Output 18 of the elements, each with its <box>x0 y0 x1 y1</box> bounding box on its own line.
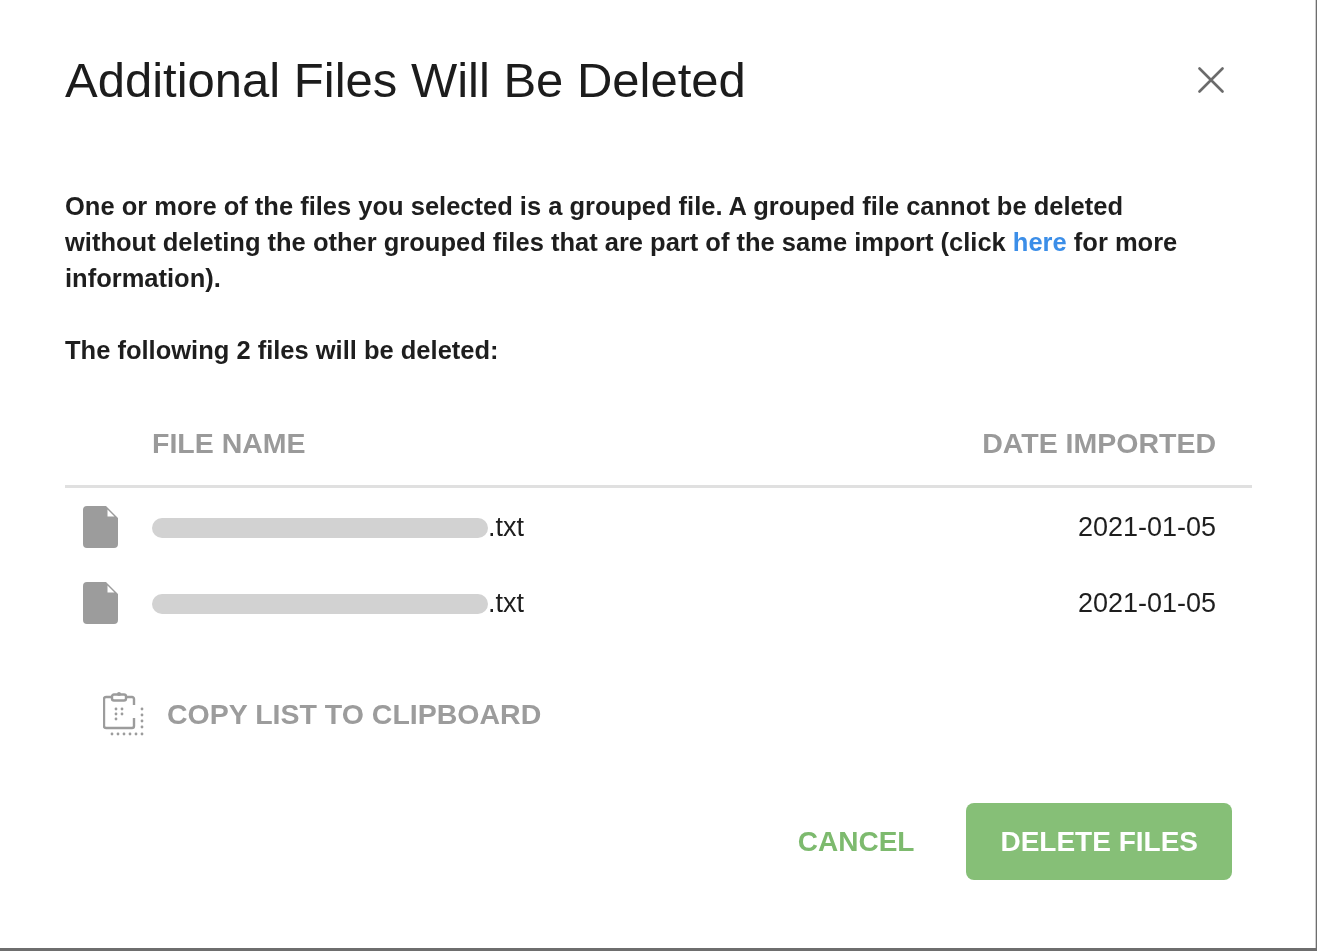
more-info-link[interactable]: here <box>1012 228 1067 256</box>
close-button[interactable] <box>1198 67 1224 93</box>
clipboard-icon[interactable] <box>103 692 144 736</box>
copy-list-link[interactable]: COPY LIST TO CLIPBOARD <box>167 697 542 731</box>
file-name: .txt <box>488 587 524 619</box>
file-name: .txt <box>488 511 524 543</box>
date-imported: 2021-01-05 <box>1077 587 1217 619</box>
date-imported: 2021-01-05 <box>1077 511 1217 543</box>
summary-text: The following 2 files will be deleted: <box>65 335 500 366</box>
file-icon <box>83 582 118 624</box>
column-header: FILE NAME <box>152 427 306 460</box>
file-icon <box>83 506 118 548</box>
close-icon <box>1198 67 1224 93</box>
dialog-title: Additional Files Will Be Deleted <box>65 52 746 108</box>
cancel-button[interactable]: CANCEL <box>775 803 937 880</box>
delete-files-button[interactable]: DELETE FILES <box>966 803 1232 880</box>
column-header: DATE IMPORTED <box>982 427 1216 460</box>
message-text: One or more of the files you selected is a grouped file. A grouped file cannot be deleted without deleting the other grouped files that are part of the same import (click here for more information). <box>65 191 1179 294</box>
